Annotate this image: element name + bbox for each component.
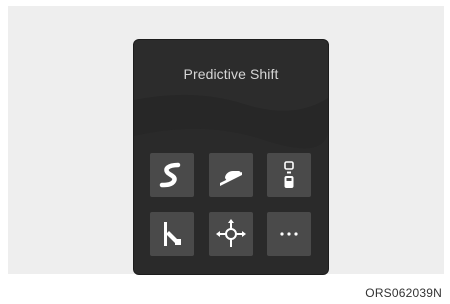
curve-road-icon <box>159 162 181 188</box>
lane-change-button[interactable] <box>150 212 194 256</box>
slope-button[interactable] <box>209 153 253 197</box>
intersection-button[interactable] <box>209 212 253 256</box>
vehicle-ahead-icon <box>284 161 294 188</box>
figure-reference-code: ORS062039N <box>365 286 442 300</box>
more-button[interactable] <box>267 212 311 256</box>
more-icon <box>280 232 298 236</box>
curve-road-button[interactable] <box>150 153 194 197</box>
predictive-shift-screen: Predictive Shift <box>134 40 328 274</box>
intersection-icon <box>216 219 246 247</box>
screen-title: Predictive Shift <box>183 66 279 82</box>
slope-icon <box>220 171 242 186</box>
vehicle-ahead-button[interactable] <box>267 153 311 197</box>
lane-change-icon <box>164 222 181 246</box>
